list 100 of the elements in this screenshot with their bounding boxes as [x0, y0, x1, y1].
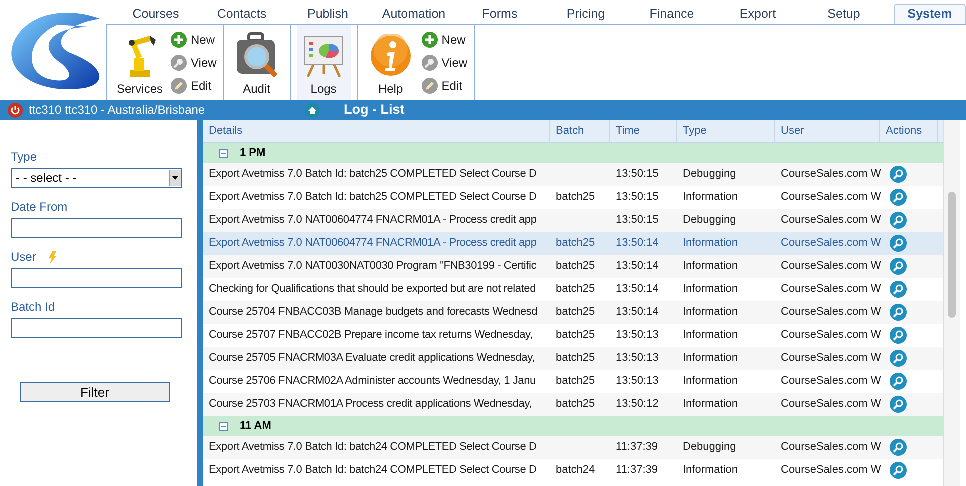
table-cell-text: batch25: [556, 282, 596, 298]
user-field[interactable]: [11, 268, 182, 288]
toolbar-button[interactable]: Services: [113, 25, 167, 100]
table-cell-text: Checking for Qualifications that should be exported but are not related: [208, 282, 538, 298]
nav-tab[interactable]: Setup: [808, 4, 880, 24]
table-cell-text: batch25: [556, 374, 596, 390]
table-row[interactable]: Course 25705 FNACRM03A Evaluate credit applications Wednesday, batch25 13:50:13 Information CourseSales.com W: [203, 347, 943, 370]
table-cell-text: batch25: [556, 190, 596, 206]
action-link[interactable]: View: [422, 54, 468, 72]
table-cell-text: Export Avetmiss 7.0 Batch Id: batch24 COMPLETED Select Course D: [208, 440, 538, 456]
column-header[interactable]: User: [775, 120, 880, 142]
group-label: 11 AM: [240, 418, 272, 434]
column-header[interactable]: Actions: [880, 120, 938, 142]
table-cell-text: Information: [682, 397, 740, 412]
search-icon[interactable]: [890, 235, 907, 252]
table-cell-text: 13:50:12: [615, 397, 660, 412]
type-select[interactable]: - - select - -: [11, 168, 182, 188]
search-icon[interactable]: [890, 439, 907, 456]
search-icon[interactable]: [890, 258, 907, 275]
power-icon[interactable]: [8, 102, 23, 118]
nav-tab[interactable]: Publish: [292, 4, 364, 24]
action-link[interactable]: Edit: [171, 76, 217, 94]
nav-tab[interactable]: System: [894, 4, 966, 24]
search-icon[interactable]: [890, 396, 907, 413]
filter-button[interactable]: Filter: [20, 382, 170, 402]
search-icon[interactable]: [890, 212, 907, 229]
table-cell-text: Course 25706 FNACRM02A Administer accounts Wednesday, 1 Janu: [208, 374, 537, 390]
table-row[interactable]: Export Avetmiss 7.0 Batch Id: batch25 COMPLETED Select Course D 13:50:15 Debugging CourseSales.com W: [203, 163, 943, 186]
table-cell-text: Course 25705 FNACRM03A Evaluate credit applications Wednesday,: [208, 351, 536, 366]
table-cell-text: Information: [682, 463, 740, 478]
nav-tab[interactable]: Finance: [636, 4, 708, 24]
table-cell-text: 13:50:15: [615, 213, 660, 228]
table-row[interactable]: Export Avetmiss 7.0 Batch Id: batch24 COMPLETED Select Course D 11:37:39 Debugging CourseSales.com W: [203, 436, 943, 459]
nav-tab[interactable]: Courses: [120, 4, 192, 24]
table-cell-text: Course 25703 FNACRM01A Process credit applications Wednesday,: [208, 397, 534, 412]
nav-tab[interactable]: Automation: [378, 4, 450, 24]
table-cell-text: Export Avetmiss 7.0 Batch Id: batch24 COMPLETED Select Course D: [208, 463, 538, 478]
table-cell-text: CourseSales.com W: [780, 190, 880, 206]
table-cell-text: Information: [682, 259, 740, 274]
table-cell-text: batch25: [556, 305, 596, 320]
search-icon[interactable]: [890, 304, 907, 321]
action-link[interactable]: New: [171, 30, 217, 48]
table-row[interactable]: Course 25703 FNACRM01A Process credit applications Wednesday, batch25 13:50:12 Information CourseSales.com W: [203, 393, 943, 416]
column-header[interactable]: Time: [610, 120, 677, 142]
magnifier-icon: [422, 54, 438, 70]
table-cell-text: 13:50:13: [615, 328, 660, 344]
home-icon[interactable]: [305, 102, 320, 118]
nav-tab[interactable]: Forms: [464, 4, 536, 24]
toolbar-button[interactable]: Audit: [230, 25, 284, 100]
info-icon: [368, 34, 413, 78]
table-cell-text: Information: [682, 305, 740, 320]
table-cell-text: batch25: [556, 236, 596, 252]
action-link[interactable]: View: [171, 54, 217, 72]
table-cell-text: CourseSales.com W: [780, 259, 880, 274]
table-cell-text: batch25: [556, 328, 596, 344]
column-header[interactable]: Details: [203, 120, 550, 142]
search-icon[interactable]: [890, 166, 907, 183]
table-cell-text: batch24: [556, 463, 596, 478]
table-cell-text: Course 25704 FNBACC03B Manage budgets and forecasts Wednesd: [208, 305, 539, 320]
date-field[interactable]: [11, 218, 182, 238]
table-cell-text: CourseSales.com W: [780, 167, 880, 182]
table-cell-text: Debugging: [682, 213, 738, 228]
search-icon[interactable]: [890, 327, 907, 344]
nav-tab[interactable]: Export: [722, 4, 794, 24]
table-cell-text: CourseSales.com W: [780, 351, 880, 366]
batch-id-field[interactable]: [11, 318, 182, 338]
field-label: User: [11, 249, 36, 266]
table-row[interactable]: Course 25704 FNBACC03B Manage budgets and forecasts Wednesd batch25 13:50:14 Information CourseSales.com W: [203, 301, 943, 324]
table-row[interactable]: Export Avetmiss 7.0 NAT00604774 FNACRM01A - Process credit app batch25 13:50:14 Information CourseSales.com W: [203, 232, 943, 255]
column-header[interactable]: Batch: [550, 120, 610, 142]
search-icon[interactable]: [890, 189, 907, 206]
search-icon[interactable]: [890, 281, 907, 298]
toolbar-button[interactable]: Help: [364, 25, 418, 100]
pencil-icon: [422, 78, 438, 94]
table-cell-text: 13:50:14: [615, 305, 660, 320]
column-header[interactable]: Type: [677, 120, 775, 142]
action-link[interactable]: New: [422, 30, 468, 48]
group-label: 1 PM: [240, 146, 266, 161]
scrollbar-thumb[interactable]: [948, 192, 956, 318]
action-link[interactable]: Edit: [422, 76, 468, 94]
collapse-icon[interactable]: [219, 148, 228, 158]
nav-tab[interactable]: Pricing: [550, 4, 622, 24]
table-cell-text: CourseSales.com W: [780, 328, 880, 344]
table-cell-text: CourseSales.com W: [780, 374, 880, 390]
toolbar-button[interactable]: Logs: [296, 25, 351, 100]
table-cell-text: CourseSales.com W: [780, 440, 880, 456]
plus-icon: [422, 32, 438, 48]
table-cell-text: 13:50:14: [615, 259, 660, 274]
table-cell-text: Export Avetmiss 7.0 NAT00604774 FNACRM01A - Process credit app: [208, 213, 538, 228]
search-icon[interactable]: [890, 350, 907, 367]
nav-tab[interactable]: Contacts: [206, 4, 278, 24]
table-row[interactable]: Export Avetmiss 7.0 NAT00604774 FNACRM01A - Process credit app 13:50:15 Debugging CourseSales.com W: [203, 209, 943, 232]
table-cell-text: Export Avetmiss 7.0 Batch Id: batch25 COMPLETED Select Course D: [208, 167, 538, 182]
table-cell-text: CourseSales.com W: [780, 282, 880, 298]
table-row[interactable]: Export Avetmiss 7.0 NAT0030NAT0030 Program "FNB30199 - Certific batch25 13:50:14 Information CourseSales.com W: [203, 255, 943, 278]
collapse-icon[interactable]: [219, 422, 228, 430]
search-icon[interactable]: [890, 373, 907, 390]
search-icon[interactable]: [890, 462, 907, 479]
page-title: Log - List: [344, 100, 405, 119]
table-cell-text: 13:50:15: [615, 190, 660, 206]
